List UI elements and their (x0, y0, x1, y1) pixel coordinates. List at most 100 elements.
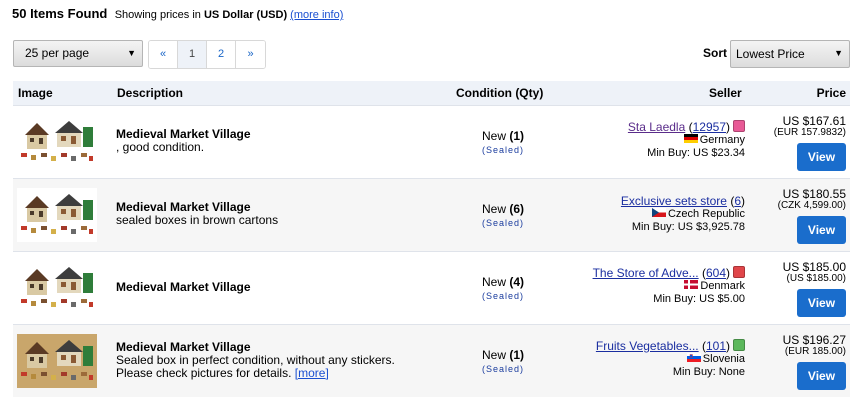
product-thumbnail[interactable] (17, 261, 97, 315)
results-header: 50 Items Found Showing prices in US Doll… (12, 6, 343, 21)
feedback-score-link[interactable]: 6 (734, 194, 741, 208)
price-cell: US $185.00 (US $185.00) (783, 261, 846, 285)
feedback-score-link[interactable]: 12957 (693, 120, 726, 134)
per-page-select[interactable]: 25 per page ▼ (13, 40, 143, 67)
seller-country: Czech Republic (667, 208, 745, 220)
feedback-close: ) (726, 266, 730, 280)
seller-cell: Fruits Vegetables... (101) Slovenia Min … (596, 339, 745, 379)
more-info-link[interactable]: (more info) (290, 9, 343, 21)
seller-name-link[interactable]: Fruits Vegetables... (596, 339, 699, 353)
feedback-score-link[interactable]: 101 (706, 339, 726, 353)
price-cell: US $196.27 (EUR 185.00) (783, 334, 846, 358)
item-description: Medieval Market Village Sealed box in pe… (116, 341, 395, 380)
showing-prefix: Showing prices in (114, 9, 201, 21)
pagination: « 1 2 » (148, 40, 266, 69)
condition-label: New (481, 275, 506, 289)
feedback-close: ) (726, 120, 730, 134)
quantity: (1) (509, 348, 525, 362)
country-flag-icon (686, 353, 701, 362)
view-button[interactable]: View (797, 289, 846, 317)
column-price: Price (816, 86, 846, 100)
table-row: Medieval Market Village Sealed box in pe… (13, 324, 850, 397)
country-flag-icon (683, 134, 698, 143)
sort-value: Lowest Price (736, 47, 805, 61)
sort-label: Sort (703, 46, 727, 60)
table-row: Medieval Market Village sealed boxes in … (13, 178, 850, 251)
sealed-badge: (Sealed) (481, 145, 525, 155)
next-page-button[interactable]: » (236, 41, 265, 68)
product-thumbnail[interactable] (17, 334, 97, 388)
item-price: US $180.55 (782, 187, 846, 201)
store-cube-icon (733, 339, 745, 351)
sealed-badge: (Sealed) (481, 364, 525, 374)
chevron-down-icon: ▼ (834, 48, 843, 58)
converted-price: (EUR 157.9832) (773, 127, 846, 138)
price-cell: US $167.61 (EUR 157.9832) (774, 115, 846, 139)
condition-cell: New (1) (Sealed) (443, 129, 563, 155)
seller-cell: The Store of Adve... (604) Denmark Min B… (593, 266, 745, 306)
item-description-text: Please check pictures for details. (116, 366, 292, 380)
chevron-down-icon: ▼ (127, 48, 136, 58)
column-image: Image (18, 86, 53, 100)
min-buy: Min Buy: None (672, 366, 745, 378)
column-description: Description (117, 86, 184, 100)
table-header: Image Description Condition (Qty) Seller… (13, 81, 850, 105)
item-price: US $167.61 (782, 114, 846, 128)
item-name[interactable]: Medieval Market Village (116, 281, 251, 294)
page-1-button[interactable]: 1 (178, 41, 207, 68)
store-cube-icon (733, 266, 745, 278)
view-button[interactable]: View (797, 216, 846, 244)
sealed-badge: (Sealed) (481, 218, 525, 228)
condition-cell: New (4) (Sealed) (443, 275, 563, 301)
condition-label: New (481, 129, 506, 143)
prev-page-button[interactable]: « (149, 41, 178, 68)
sort-select[interactable]: Lowest Price ▼ (730, 40, 850, 68)
results-table: Image Description Condition (Qty) Seller… (13, 81, 850, 397)
table-row: Medieval Market Village , good condition… (13, 105, 850, 178)
seller-cell: Exclusive sets store (6) Czech Republic … (621, 195, 745, 234)
converted-price: (EUR 185.00) (784, 346, 846, 357)
product-thumbnail[interactable] (17, 188, 97, 242)
item-description-line: , good condition. (116, 140, 205, 154)
seller-name-link[interactable]: Sta Laedla (628, 120, 685, 134)
feedback-score-link[interactable]: 604 (706, 266, 726, 280)
seller-country: Denmark (700, 280, 745, 292)
converted-price: (CZK 4,599.00) (777, 200, 846, 211)
more-link[interactable]: [more] (295, 366, 329, 380)
currency-note: Showing prices in US Dollar (USD) (more … (115, 9, 344, 21)
per-page-value: 25 per page (25, 46, 90, 60)
currency-name: US Dollar (USD) (203, 9, 288, 21)
product-thumbnail[interactable] (17, 115, 97, 169)
item-price: US $185.00 (782, 260, 846, 274)
item-description-line: sealed boxes in brown cartons (116, 213, 279, 227)
item-description-line-2: Please check pictures for details. [more… (116, 367, 395, 380)
page-2-button[interactable]: 2 (207, 41, 236, 68)
quantity: (4) (509, 275, 525, 289)
condition-label: New (481, 348, 506, 362)
quantity: (1) (509, 129, 525, 143)
table-row: Medieval Market Village New (4) (Sealed)… (13, 251, 850, 324)
item-description: Medieval Market Village (116, 281, 251, 294)
item-price: US $196.27 (782, 333, 846, 347)
results-count: 50 Items Found (12, 6, 108, 21)
converted-price: (US $185.00) (786, 273, 846, 284)
seller-name-link[interactable]: Exclusive sets store (621, 194, 727, 208)
min-buy: Min Buy: US $5.00 (653, 293, 745, 305)
sealed-badge: (Sealed) (481, 291, 525, 301)
price-cell: US $180.55 (CZK 4,599.00) (778, 188, 846, 212)
feedback-close: ) (741, 194, 745, 208)
seller-country: Slovenia (702, 353, 745, 365)
store-cube-icon (733, 120, 745, 132)
country-flag-icon (651, 208, 666, 217)
condition-cell: New (6) (Sealed) (443, 202, 563, 228)
country-flag-icon (684, 280, 699, 289)
seller-name-link[interactable]: The Store of Adve... (593, 266, 699, 280)
condition-cell: New (1) (Sealed) (443, 348, 563, 374)
seller-cell: Sta Laedla (12957) Germany Min Buy: US $… (628, 120, 745, 160)
quantity: (6) (509, 202, 525, 216)
view-button[interactable]: View (797, 143, 846, 171)
column-condition: Condition (Qty) (456, 86, 544, 100)
condition-label: New (481, 202, 506, 216)
column-seller: Seller (709, 86, 742, 100)
view-button[interactable]: View (797, 362, 846, 390)
